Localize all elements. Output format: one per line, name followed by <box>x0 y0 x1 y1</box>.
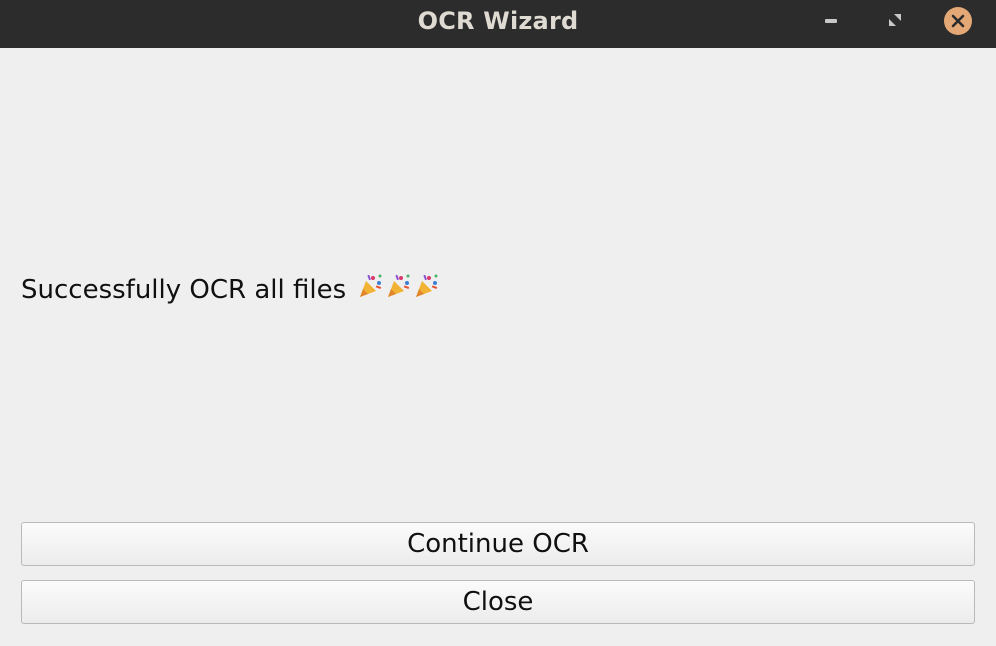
continue-ocr-label: Continue OCR <box>407 529 589 559</box>
maximize-button[interactable] <box>881 7 909 35</box>
close-window-button[interactable] <box>944 7 972 35</box>
party-popper-icon <box>414 273 440 309</box>
party-popper-icon <box>358 273 384 309</box>
close-button[interactable]: Close <box>21 580 975 624</box>
celebration-emojis <box>358 273 440 309</box>
status-message: Successfully OCR all files <box>21 272 440 308</box>
minimize-button[interactable] <box>817 7 845 35</box>
continue-ocr-button[interactable]: Continue OCR <box>21 522 975 566</box>
minimize-icon <box>825 19 837 23</box>
close-icon <box>944 7 972 35</box>
status-message-text: Successfully OCR all files <box>21 275 347 305</box>
window-title: OCR Wizard <box>417 7 579 35</box>
party-popper-icon <box>386 273 412 309</box>
title-bar[interactable]: OCR Wizard <box>0 0 996 48</box>
maximize-icon <box>888 12 902 31</box>
ocr-wizard-window: OCR Wizard Successfully OCR all files Co… <box>0 0 996 646</box>
close-label: Close <box>462 587 534 617</box>
